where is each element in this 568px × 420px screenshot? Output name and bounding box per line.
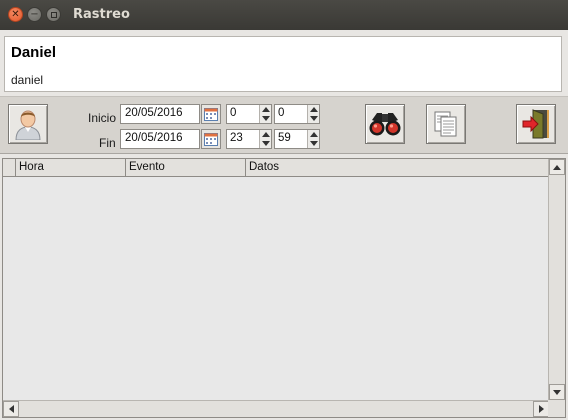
end-minute-value: 59 (278, 132, 291, 144)
user-info-panel: Daniel daniel (4, 36, 562, 92)
window: ✕ − Rastreo Daniel daniel Inicio Fin 20/… (0, 0, 568, 420)
close-window-button[interactable]: ✕ (8, 7, 23, 22)
column-header-datos[interactable]: Datos (246, 159, 549, 177)
horizontal-scrollbar[interactable] (3, 400, 549, 417)
title-bar: ✕ − Rastreo (0, 0, 568, 30)
arrow-up-icon (553, 164, 561, 170)
spinner-arrows[interactable] (259, 105, 271, 123)
calendar-icon (204, 108, 218, 121)
events-table[interactable]: Hora Evento Datos (2, 158, 566, 418)
scroll-right-button[interactable] (533, 401, 549, 417)
end-hour-value: 23 (230, 132, 243, 144)
select-user-button[interactable] (8, 104, 48, 144)
column-header-evento[interactable]: Evento (126, 159, 246, 177)
start-hour-spinner[interactable]: 0 (226, 104, 272, 124)
row-header-corner (3, 159, 16, 177)
end-calendar-button[interactable] (201, 129, 221, 149)
end-hour-spinner[interactable]: 23 (226, 129, 272, 149)
start-label: Inicio (88, 111, 117, 125)
scroll-down-button[interactable] (549, 384, 565, 400)
spinner-arrows[interactable] (259, 130, 271, 148)
copy-button[interactable] (426, 104, 466, 144)
spinner-arrows[interactable] (307, 105, 319, 123)
scrollbar-corner (548, 400, 565, 417)
scroll-left-button[interactable] (3, 401, 19, 417)
minimize-icon: − (30, 8, 39, 20)
start-minute-value: 0 (278, 107, 285, 119)
close-icon: ✕ (11, 8, 20, 20)
arrow-down-icon (553, 389, 561, 395)
arrow-right-icon (538, 405, 544, 413)
arrow-left-icon (8, 405, 14, 413)
maximize-window-button[interactable] (46, 7, 61, 22)
user-avatar-icon (15, 110, 41, 140)
start-minute-spinner[interactable]: 0 (274, 104, 320, 124)
user-login: daniel (11, 73, 44, 87)
end-label: Fin (99, 136, 116, 150)
scroll-up-button[interactable] (549, 159, 565, 175)
search-button[interactable] (365, 104, 405, 144)
end-minute-spinner[interactable]: 59 (274, 129, 320, 149)
table-header: Hora Evento Datos (3, 159, 549, 177)
start-hour-value: 0 (230, 107, 237, 119)
window-title: Rastreo (73, 7, 130, 22)
exit-door-icon (522, 109, 549, 139)
vertical-scrollbar[interactable] (548, 159, 565, 400)
start-date-field[interactable]: 20/05/2016 (120, 104, 200, 124)
column-header-hora[interactable]: Hora (16, 159, 126, 177)
binoculars-icon (369, 113, 401, 136)
start-calendar-button[interactable] (201, 104, 221, 124)
end-date-field[interactable]: 20/05/2016 (120, 129, 200, 149)
user-display-name: Daniel (11, 44, 57, 61)
minimize-window-button[interactable]: − (27, 7, 42, 22)
spinner-arrows[interactable] (307, 130, 319, 148)
copy-documents-icon (434, 111, 457, 137)
calendar-icon (204, 133, 218, 146)
exit-button[interactable] (516, 104, 556, 144)
maximize-icon (50, 11, 57, 18)
filter-toolbar: Inicio Fin 20/05/2016 20/05/2016 0 0 23 … (0, 96, 568, 154)
